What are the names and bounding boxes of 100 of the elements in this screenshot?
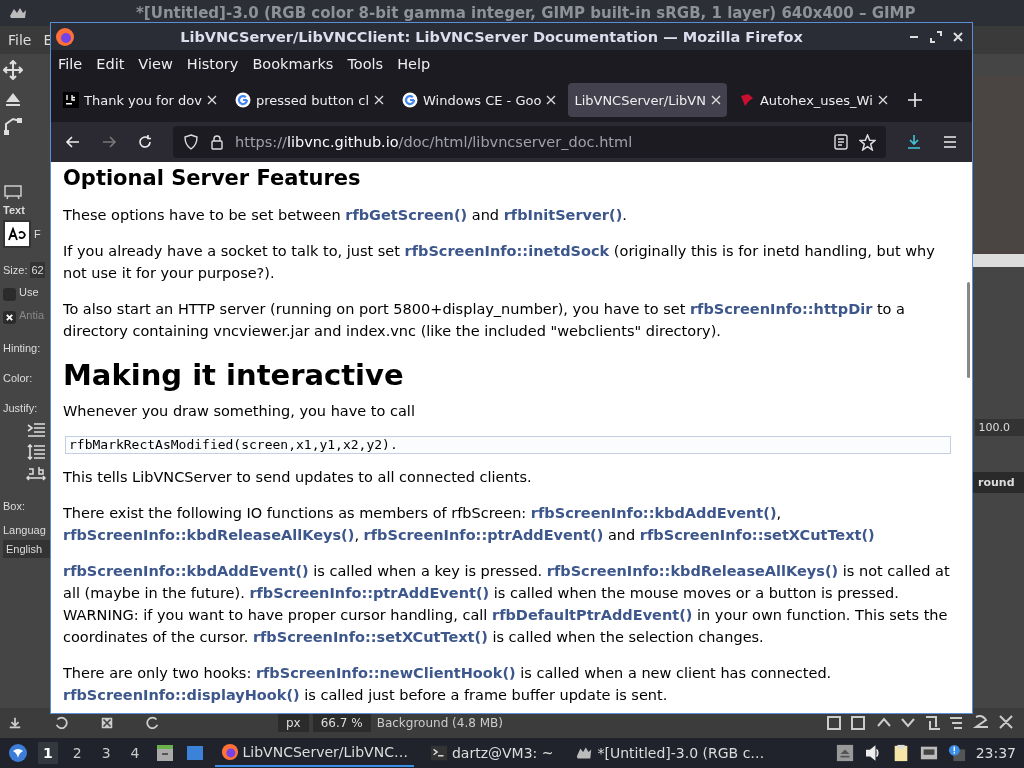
menu-item[interactable]: View <box>138 56 173 72</box>
desktop-icon[interactable] <box>184 743 205 763</box>
browser-tab[interactable]: pressed button cl <box>229 83 390 117</box>
taskbar-button[interactable]: dartz@VM3: ~ <box>423 740 560 766</box>
forward-icon[interactable] <box>101 134 117 150</box>
menu-item[interactable]: Help <box>397 56 431 72</box>
link[interactable]: rfbScreenInfo::setXCutText() <box>639 527 875 543</box>
font-preview-icon[interactable] <box>3 220 31 248</box>
volume-icon[interactable] <box>863 744 882 762</box>
link[interactable]: rfbInitServer() <box>503 207 623 223</box>
clock: 23:37 <box>975 745 1016 761</box>
browser-tab[interactable]: Thank you for dov <box>57 83 223 117</box>
checkbox[interactable] <box>3 311 16 324</box>
unit-dropdown[interactable]: px <box>278 714 309 732</box>
status-text: Background (4.8 MB) <box>376 716 503 730</box>
close-icon[interactable] <box>952 30 964 43</box>
language-field[interactable]: English <box>3 540 50 558</box>
link[interactable]: rfbScreenInfo::kbdReleaseAllKeys() <box>546 563 839 579</box>
link[interactable]: rfbScreenInfo::inetdSock <box>404 243 610 259</box>
close-tab-icon[interactable] <box>877 95 888 105</box>
link[interactable]: rfbScreenInfo::ptrAddEvent() <box>249 585 490 601</box>
size-label: Size: <box>3 264 28 276</box>
font-label: F <box>34 228 41 240</box>
workspace-button[interactable]: 1 <box>38 742 58 764</box>
checkbox-label: Use <box>19 285 39 298</box>
workspace-button[interactable]: 4 <box>125 742 145 764</box>
browser-tab[interactable]: LibVNCServer/LibVN <box>568 83 727 117</box>
menu-item[interactable]: Bookmarks <box>252 56 334 72</box>
layer-name[interactable]: round <box>972 472 1024 493</box>
link[interactable]: rfbScreenInfo::setXCutText() <box>252 629 488 645</box>
menu-item[interactable]: Edit <box>96 56 125 72</box>
tool-options-tab-icon[interactable] <box>3 184 23 200</box>
scrollbar-thumb[interactable] <box>967 282 970 378</box>
save-icon[interactable] <box>8 716 22 730</box>
paragraph: These options have to be set between rfbGetScreen() and rfbInitServer(). <box>63 206 628 225</box>
browser-tab[interactable]: Windows CE - Goo <box>396 83 563 117</box>
maximize-icon[interactable] <box>930 30 942 43</box>
start-menu-icon[interactable] <box>8 743 28 763</box>
close-tab-icon[interactable] <box>546 95 557 105</box>
download-icon[interactable] <box>906 134 922 150</box>
menu-item[interactable]: Tools <box>347 56 384 72</box>
checkbox[interactable] <box>3 288 16 301</box>
link[interactable]: rfbScreenInfo::newClientHook() <box>255 665 516 681</box>
back-icon[interactable] <box>65 134 81 150</box>
panel-heading: Text <box>3 204 26 216</box>
link[interactable]: rfbScreenInfo::displayHook() <box>63 687 300 703</box>
window-title: *[Untitled]-3.0 (RGB color 8-bit gamma integer, GIMP built-in sRGB, 1 layer) 640x400 – GIMP <box>136 4 916 22</box>
reader-view-icon[interactable] <box>833 134 849 150</box>
reload-icon[interactable] <box>137 134 153 150</box>
paragraph: There are only two hooks: rfbScreenInfo::newClientHook() is called when a new client has connected. rfbScreenInfo::displayHook() is called just before a frame buffer update is sent. <box>63 664 833 705</box>
address-bar[interactable]: https://libvnc.github.io/doc/html/libvncserver_doc.html <box>173 126 886 158</box>
close-tab-icon[interactable] <box>207 95 217 105</box>
taskbar-button[interactable]: *[Untitled]-3.0 (RGB c… <box>569 740 771 766</box>
menu-item[interactable]: History <box>186 56 239 72</box>
star-icon[interactable] <box>859 133 876 151</box>
undo-icon[interactable] <box>54 716 68 730</box>
link[interactable]: rfbGetScreen() <box>345 207 468 223</box>
menu-item[interactable]: File <box>8 32 32 48</box>
paragraph: rfbScreenInfo::kbdAddEvent() is called when a key is pressed. rfbScreenInfo::kbdReleaseAllKeys() is not called at all (maybe in the future). rfbScreenInfo::ptrAddEvent() is called when the mouse moves or a button is pressed. WARNING: if you want to have proper cursor handling, call rfbDefaultPtrAddEvent() in your own function. This sets the coordinates of the cursor. rfbScreenInfo::setXCutText() is called when the selection changes. <box>63 562 951 647</box>
workspace-button[interactable]: 3 <box>96 742 116 764</box>
notification-icon[interactable] <box>947 744 966 762</box>
line-spacing-icon[interactable] <box>26 444 46 460</box>
workspace-button[interactable]: 2 <box>67 742 87 764</box>
window-title: LibVNCServer/LibVNCClient: LibVNCServer Documentation — Mozilla Firefox <box>179 28 804 45</box>
indent-icon[interactable] <box>26 422 46 438</box>
zoom-dropdown[interactable]: 66.7 % <box>312 714 371 732</box>
checkbox-label: Antia <box>19 308 45 321</box>
close-tab-icon[interactable] <box>710 95 721 105</box>
link[interactable]: rfbScreenInfo::kbdReleaseAllKeys() <box>63 527 355 543</box>
link[interactable]: rfbScreenInfo::ptrAddEvent() <box>363 527 604 543</box>
close-tab-icon[interactable] <box>374 95 384 105</box>
path-icon[interactable] <box>3 116 23 136</box>
taskbar-button[interactable]: LibVNCServer/LibVNC… <box>214 739 414 767</box>
link[interactable]: rfbScreenInfo::kbdAddEvent() <box>63 563 309 579</box>
site-icon <box>235 92 251 108</box>
shield-icon[interactable] <box>183 134 199 150</box>
browser-tab[interactable]: Autohex_uses_Wi <box>732 83 894 117</box>
page-heading: Making it interactive <box>63 357 405 394</box>
new-tab-icon[interactable] <box>907 93 922 107</box>
paragraph: There exist the following IO functions as members of rfbScreen: rfbScreenInfo::kbdAddEvent(), rfbScreenInfo::kbdReleaseAllKeys(), rfbScreenInfo::ptrAddEvent() and rfbScreenInfo::setXCutText() <box>63 504 876 545</box>
menu-icon[interactable] <box>942 134 958 150</box>
paragraph: If you already have a socket to talk to, just set rfbScreenInfo::inetdSock (originally this is for inetd handling, but why not use it for your purpose?). <box>63 242 936 283</box>
opacity-field[interactable]: 100.0 <box>974 419 1024 436</box>
eject-icon[interactable] <box>835 744 854 762</box>
site-icon <box>402 92 418 108</box>
file-manager-icon[interactable] <box>154 743 175 763</box>
delete-icon[interactable] <box>100 716 114 730</box>
size-field[interactable]: 62 <box>30 262 45 278</box>
gimp-logo-icon <box>8 6 28 20</box>
menu-item[interactable]: File <box>58 56 83 72</box>
firefox-logo-icon <box>55 26 75 47</box>
move-icon[interactable] <box>3 60 23 80</box>
link[interactable]: rfbDefaultPtrAddEvent() <box>492 607 693 623</box>
letter-spacing-icon[interactable] <box>26 466 46 482</box>
link[interactable]: rfbScreenInfo::kbdAddEvent() <box>530 505 777 521</box>
link[interactable]: rfbScreenInfo::httpDir <box>689 301 873 317</box>
lock-icon[interactable] <box>209 134 225 150</box>
slider-track[interactable] <box>972 254 1024 267</box>
reset-icon[interactable] <box>146 716 160 730</box>
network-icon[interactable] <box>919 744 938 762</box>
